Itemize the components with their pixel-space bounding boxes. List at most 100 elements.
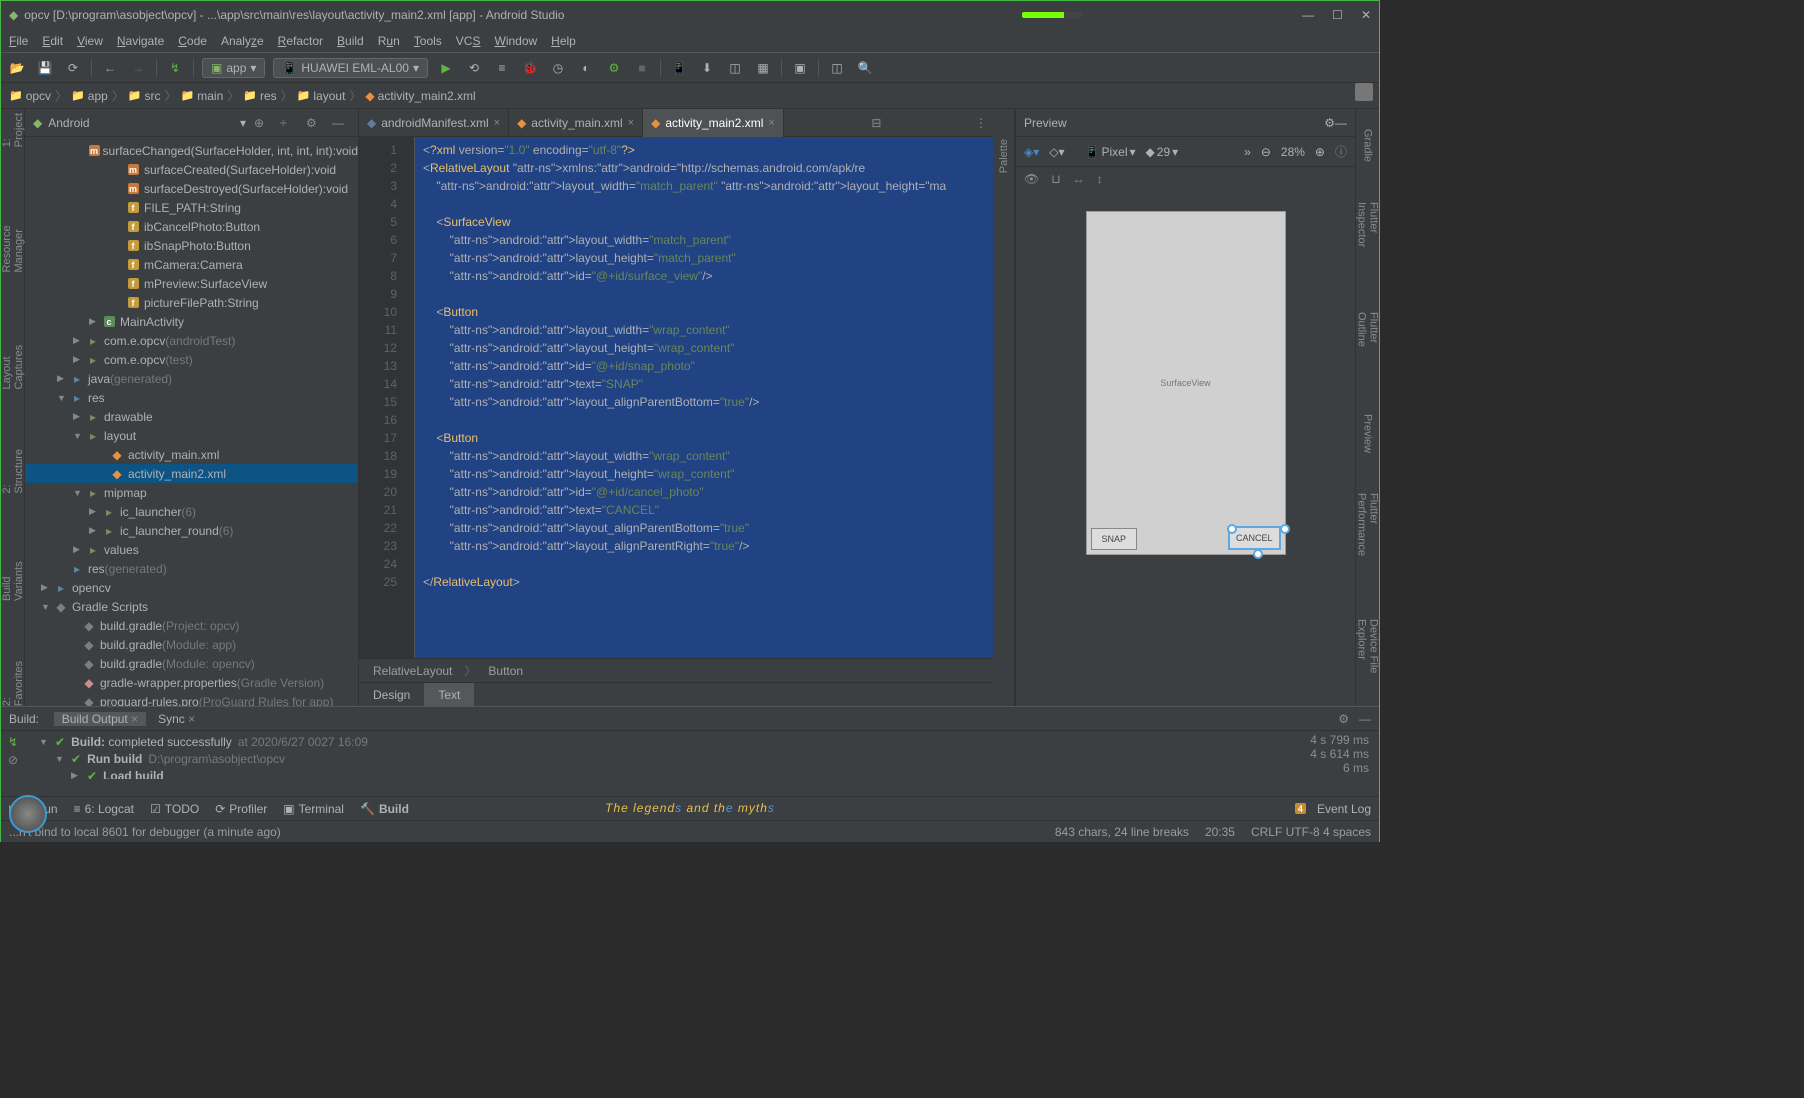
project-structure-icon[interactable]: ▣ <box>790 58 810 78</box>
tab-activity-main2[interactable]: ◆ activity_main2.xml × <box>643 109 784 137</box>
selection-handle[interactable] <box>1280 524 1290 534</box>
tab-terminal[interactable]: ▣Terminal <box>283 802 344 816</box>
user-avatar-icon[interactable] <box>1355 83 1373 101</box>
apply-changes-icon[interactable]: ⟲ <box>464 58 484 78</box>
code-editor[interactable]: 1234567891011121314151617181920212223242… <box>359 137 993 658</box>
project-view-selector[interactable]: Android <box>48 116 240 130</box>
tree-item[interactable]: ▼▸res <box>25 388 358 407</box>
dropdown-icon[interactable]: ▾ <box>240 116 246 130</box>
breadcrumb-item[interactable]: 📁 src <box>128 89 161 103</box>
right-tab-preview[interactable]: Preview <box>1362 414 1374 453</box>
more-icon[interactable]: » <box>1244 145 1251 159</box>
fold-gutter[interactable] <box>403 137 415 658</box>
breadcrumb-item[interactable]: 📁 opcv <box>9 89 51 103</box>
more-tabs-icon[interactable]: ⋮ <box>969 116 993 130</box>
left-tab-layout-captures[interactable]: Layout Captures <box>1 333 25 389</box>
preview-snap-button[interactable]: SNAP <box>1091 528 1138 550</box>
tree-item[interactable]: fmCamera:Camera <box>25 255 358 274</box>
menu-navigate[interactable]: Navigate <box>117 34 164 48</box>
open-icon[interactable]: 📂 <box>7 58 27 78</box>
h-arrows-icon[interactable]: ↔ <box>1073 172 1085 186</box>
search-icon[interactable]: 🔍 <box>855 58 875 78</box>
eye-icon[interactable]: 👁 <box>1024 172 1039 186</box>
tree-item[interactable]: ▶▸values <box>25 540 358 559</box>
menu-file[interactable]: File <box>9 34 28 48</box>
right-tab-flutter-outline[interactable]: Flutter Outline <box>1356 312 1380 373</box>
status-position[interactable]: 20:35 <box>1205 825 1235 839</box>
minimize-icon[interactable]: — <box>1335 116 1347 130</box>
right-tab-flutter-performance[interactable]: Flutter Performance <box>1356 493 1380 579</box>
build-row[interactable]: ▼✔Run build D:\program\asobject\opcv <box>33 750 1292 767</box>
tree-item[interactable]: ▶▸opencv <box>25 578 358 597</box>
build-tab-output[interactable]: Build Output × <box>54 712 146 726</box>
selection-handle[interactable] <box>1253 549 1263 559</box>
minimize-button[interactable]: — <box>1302 8 1314 22</box>
apply-code-icon[interactable]: ≡ <box>492 58 512 78</box>
path-item[interactable]: RelativeLayout <box>373 664 452 678</box>
locate-icon[interactable]: ⊕ <box>254 116 272 130</box>
stop-icon[interactable]: ■ <box>632 58 652 78</box>
menu-edit[interactable]: Edit <box>42 34 63 48</box>
run-icon[interactable]: ▶ <box>436 58 456 78</box>
tab-logcat[interactable]: ≡6: Logcat <box>74 802 134 816</box>
device-selector[interactable]: 📱 HUAWEI EML-AL00 ▾ <box>273 58 428 78</box>
debug-icon[interactable]: 🐞 <box>520 58 540 78</box>
v-arrows-icon[interactable]: ↕ <box>1097 172 1103 186</box>
menu-build[interactable]: Build <box>337 34 364 48</box>
tree-item[interactable]: ▼▸layout <box>25 426 358 445</box>
tree-item[interactable]: fpictureFilePath:String <box>25 293 358 312</box>
tree-item[interactable]: ◆activity_main.xml <box>25 445 358 464</box>
tree-item[interactable]: ▶▸com.e.opcv (test) <box>25 350 358 369</box>
tree-item[interactable]: ▶▸java (generated) <box>25 369 358 388</box>
path-item[interactable]: Button <box>488 664 523 678</box>
left-tab-build-variants[interactable]: Build Variants <box>1 554 25 601</box>
close-button[interactable]: ✕ <box>1361 8 1371 22</box>
left-tab-structure[interactable]: 2: Structure <box>1 449 25 494</box>
minimize-icon[interactable]: — <box>1359 712 1371 726</box>
run-config-selector[interactable]: ▣ app ▾ <box>202 58 265 78</box>
tree-item[interactable]: ▶▸ic_launcher (6) <box>25 502 358 521</box>
tree-item[interactable]: ◆proguard-rules.pro (ProGuard Rules for … <box>25 692 358 706</box>
tree-item[interactable]: ◆build.gradle (Module: opencv) <box>25 654 358 673</box>
sync-icon[interactable]: ⟳ <box>63 58 83 78</box>
breadcrumb-item[interactable]: 📁 res <box>243 89 276 103</box>
zoom-in-icon[interactable]: ⊕ <box>1315 145 1325 159</box>
build-row[interactable]: ▼✔Build: completed successfully at 2020/… <box>33 733 1292 750</box>
tree-item[interactable]: ▼▸mipmap <box>25 483 358 502</box>
build-row[interactable]: ▶✔Load build <box>33 767 1292 779</box>
zoom-out-icon[interactable]: ⊖ <box>1261 145 1271 159</box>
close-icon[interactable]: × <box>628 117 634 129</box>
avd-icon[interactable]: 📱 <box>669 58 689 78</box>
menu-tools[interactable]: Tools <box>414 34 442 48</box>
gear-icon[interactable]: ⚙ <box>1338 712 1349 726</box>
tree-item[interactable]: ▸res (generated) <box>25 559 358 578</box>
tree-item[interactable]: ◆activity_main2.xml <box>25 464 358 483</box>
tree-item[interactable]: fibCancelPhoto:Button <box>25 217 358 236</box>
tree-item[interactable]: ◆gradle-wrapper.properties (Gradle Versi… <box>25 673 358 692</box>
layout-preview[interactable]: SurfaceView SNAP CANCEL <box>1086 211 1286 555</box>
tree-item[interactable]: ▶▸com.e.opcv (androidTest) <box>25 331 358 350</box>
right-tab-device-file-explorer[interactable]: Device File Explorer <box>1356 619 1380 706</box>
tab-build[interactable]: 🔨Build <box>360 802 409 816</box>
menu-vcs[interactable]: VCS <box>456 34 481 48</box>
menu-window[interactable]: Window <box>494 34 537 48</box>
left-tab-favorites[interactable]: 2: Favorites <box>1 661 25 706</box>
magnet-icon[interactable]: ⊔ <box>1051 172 1060 186</box>
breadcrumb-item[interactable]: 📁 main <box>181 89 224 103</box>
sdk-icon[interactable]: ⬇ <box>697 58 717 78</box>
tab-activity-main[interactable]: ◆ activity_main.xml × <box>509 109 643 137</box>
tree-item[interactable]: ◆build.gradle (Project: opcv) <box>25 616 358 635</box>
breadcrumb-item[interactable]: 📁 app <box>71 89 108 103</box>
minimize-icon[interactable]: — <box>332 116 350 130</box>
tree-item[interactable]: ▶cMainActivity <box>25 312 358 331</box>
build-tree-icon[interactable]: ↯ <box>8 735 18 749</box>
palette-label[interactable]: Palette <box>998 139 1010 173</box>
tab-todo[interactable]: ☑TODO <box>150 802 199 816</box>
collapse-icon[interactable]: ÷ <box>280 116 298 130</box>
build-output[interactable]: ▼✔Build: completed successfully at 2020/… <box>25 731 1300 779</box>
tree-item[interactable]: msurfaceChanged(SurfaceHolder, int, int,… <box>25 141 358 160</box>
warning-icon[interactable]: ⓘ <box>1335 143 1347 160</box>
menu-code[interactable]: Code <box>178 34 207 48</box>
device-selector[interactable]: 📱 Pixel▾ <box>1085 145 1136 159</box>
orientation-selector[interactable]: ◇▾ <box>1049 145 1064 159</box>
